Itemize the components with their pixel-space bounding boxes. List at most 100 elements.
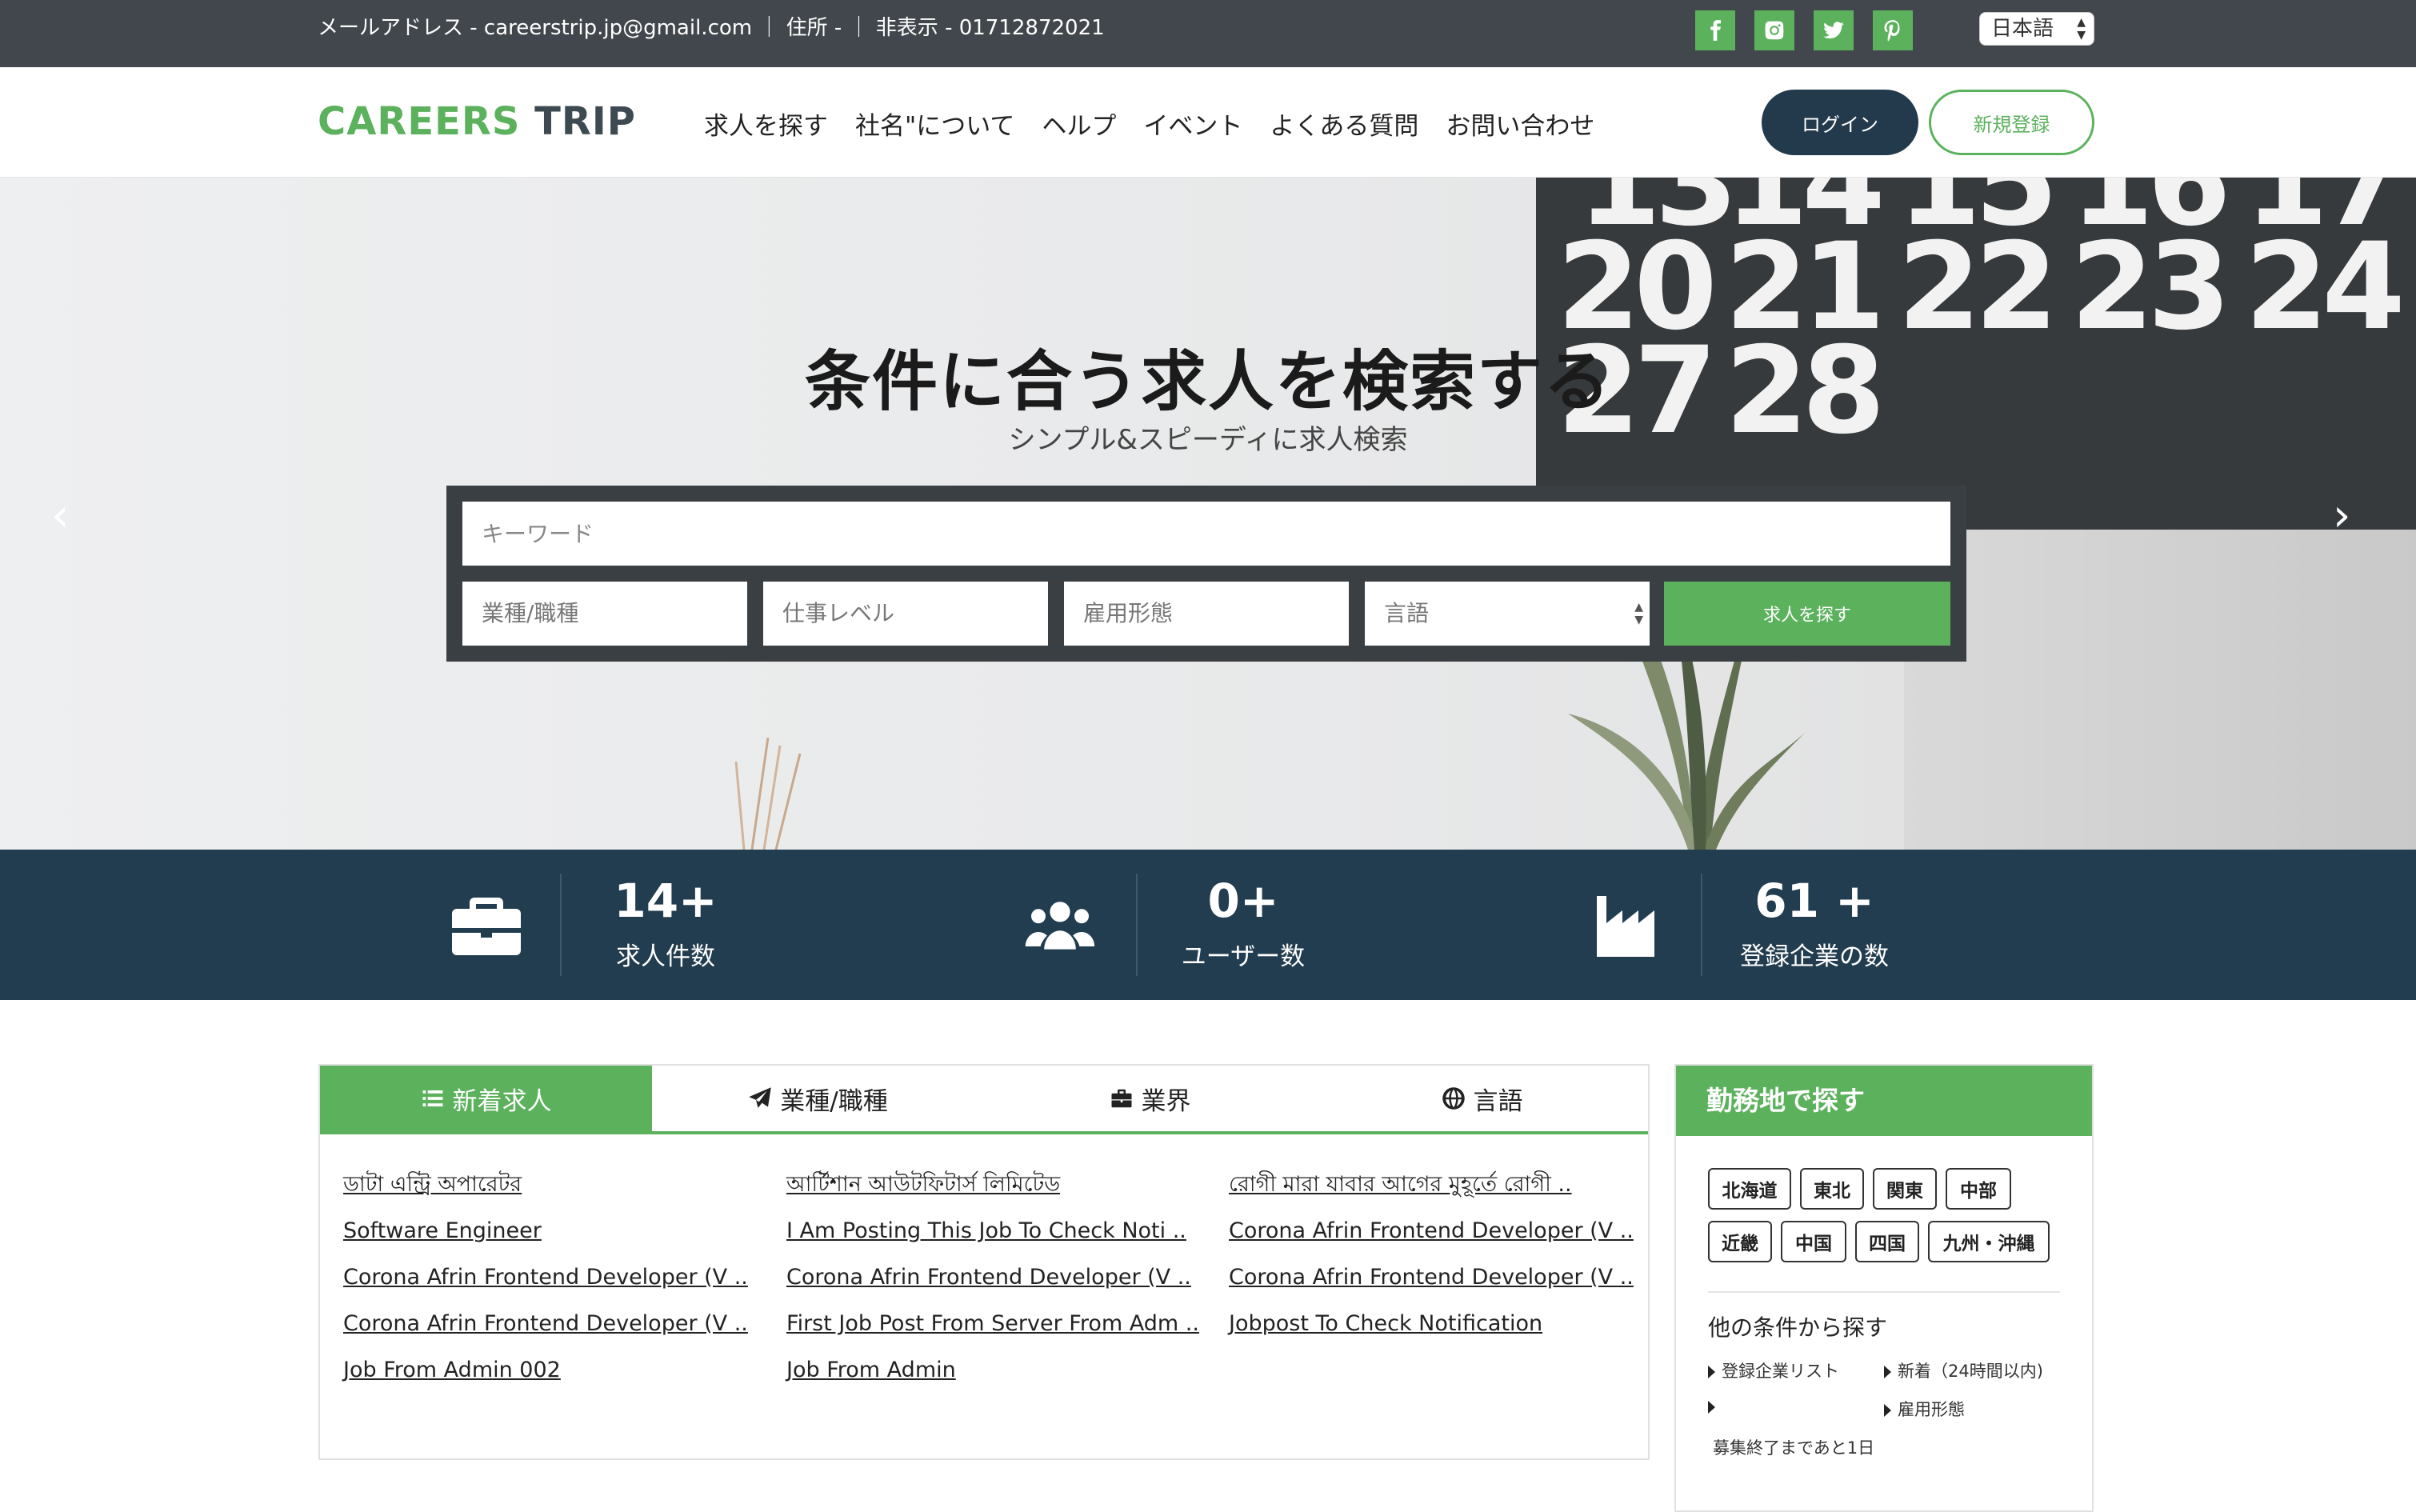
job-link[interactable]: I Am Posting This Job To Check Noti .. xyxy=(786,1208,1218,1254)
job-link[interactable]: First Job Post From Server From Adm .. xyxy=(786,1301,1218,1347)
search-jobs-button[interactable]: 求人を探す xyxy=(1664,582,1950,646)
pinterest-icon[interactable] xyxy=(1873,10,1913,50)
job-level-field[interactable]: 仕事レベル xyxy=(763,582,1048,646)
job-link[interactable]: ডাটা এন্ট্রি অপারেটর xyxy=(343,1162,775,1208)
nav-link-faq[interactable]: よくある質問 xyxy=(1270,106,1418,142)
job-link[interactable]: Job From Admin xyxy=(786,1347,1218,1394)
login-button[interactable]: ログイン xyxy=(1762,90,1918,155)
globe-icon xyxy=(1442,1087,1465,1110)
caret-right-icon xyxy=(1884,1404,1891,1417)
job-list-column: ডাটা এন্ট্রি অপারেটর Software Engineer C… xyxy=(343,1162,775,1394)
stat-jobs-label: 求人件数 xyxy=(616,942,715,971)
caret-right-icon xyxy=(1884,1366,1891,1378)
region-chip[interactable]: 中部 xyxy=(1946,1168,2011,1210)
job-link[interactable]: আর্টিশান আউটফিটার্স লিমিটেড xyxy=(786,1162,1218,1208)
stat-jobs-number: 14+ xyxy=(614,874,718,928)
link-company-list[interactable]: 登録企業リスト xyxy=(1708,1358,1839,1382)
link-new-24h[interactable]: 新着（24時間以内) xyxy=(1884,1358,2043,1382)
link-deadline-soon[interactable]: 募集終了まであと1日 xyxy=(1713,1435,1874,1459)
nav-links: 求人を探す 社名"について ヘルプ イベント よくある質問 お問い合わせ xyxy=(704,99,1594,147)
nav-link-about[interactable]: 社名"について xyxy=(855,106,1014,142)
industry-field[interactable]: 業種/職種 xyxy=(462,582,747,646)
link-label: 新着（24時間以内) xyxy=(1898,1362,2043,1381)
briefcase-icon xyxy=(450,893,522,957)
region-chip[interactable]: 近畿 xyxy=(1708,1221,1772,1262)
wall-shadow xyxy=(1904,530,2416,850)
link-label: 雇用形態 xyxy=(1898,1400,1965,1419)
logo-text-primary: CAREERS xyxy=(318,99,521,144)
site-logo[interactable]: CAREERS TRIP xyxy=(318,96,636,147)
language-select-field[interactable]: 言語 ▲ ▼ xyxy=(1365,582,1650,646)
job-link[interactable]: Corona Afrin Frontend Developer (V .. xyxy=(1229,1208,1661,1254)
keyword-input[interactable] xyxy=(462,502,1950,566)
link-employment-type[interactable]: 雇用形態 xyxy=(1884,1397,1965,1421)
other-conditions-heading: 他の条件から探す xyxy=(1708,1314,1888,1341)
region-chip[interactable]: 東北 xyxy=(1800,1168,1864,1210)
main-navbar: CAREERS TRIP 求人を探す 社名"について ヘルプ イベント よくある… xyxy=(0,67,2416,178)
job-link[interactable]: রোগী মারা যাবার আগের মুহূর্তে রোগী .. xyxy=(1229,1162,1661,1208)
hero-subtitle: シンプル&スピーディに求人検索 xyxy=(1008,424,1408,456)
reed-diffuser-image xyxy=(734,738,802,850)
section-divider xyxy=(1708,1291,2060,1293)
nav-link-help[interactable]: ヘルプ xyxy=(1042,106,1116,142)
employment-type-field[interactable]: 雇用形態 xyxy=(1064,582,1349,646)
job-search-form: 業種/職種 仕事レベル 雇用形態 言語 ▲▼ 求人を探す xyxy=(446,486,1966,662)
tab-language[interactable]: 言語 xyxy=(1316,1066,1648,1131)
nav-link-search-jobs[interactable]: 求人を探す xyxy=(704,106,828,142)
users-icon xyxy=(1024,893,1096,957)
top-info-bar: メールアドレス - careerstrip.jp@gmail.com ｜ 住所 … xyxy=(0,0,2416,67)
tab-label: 言語 xyxy=(1473,1086,1523,1116)
region-chip[interactable]: 関東 xyxy=(1873,1168,1937,1210)
link-empty[interactable] xyxy=(1708,1397,1722,1416)
tab-new-jobs[interactable]: 新着求人 xyxy=(320,1066,652,1131)
tab-sector[interactable]: 業界 xyxy=(984,1066,1316,1131)
select-arrows-icon: ▲ ▼ xyxy=(1634,601,1643,626)
caret-right-icon xyxy=(1708,1366,1715,1378)
job-link[interactable]: Corona Afrin Frontend Developer (V .. xyxy=(343,1301,775,1347)
list-icon xyxy=(422,1090,442,1106)
job-link[interactable]: Corona Afrin Frontend Developer (V .. xyxy=(786,1254,1218,1301)
instagram-icon[interactable] xyxy=(1754,10,1794,50)
carousel-next-chevron-icon[interactable]: › xyxy=(2333,494,2350,538)
job-list-column: আর্টিশান আউটফিটার্স লিমিটেড I Am Posting… xyxy=(786,1162,1218,1394)
link-label: 登録企業リスト xyxy=(1722,1362,1839,1381)
location-panel-title: 勤務地で探す xyxy=(1676,1066,2092,1136)
nav-link-events[interactable]: イベント xyxy=(1143,106,1242,142)
briefcase-icon xyxy=(1111,1089,1131,1108)
tab-label: 業界 xyxy=(1141,1086,1191,1116)
hero-banner: 13 14 15 16 17 20 21 22 23 24 27 28 条件に合… xyxy=(0,178,2416,850)
location-search-panel: 勤務地で探す 北海道 東北 関東 中部 近畿 中国 四国 九州・沖縄 他の条件か… xyxy=(1674,1064,2094,1512)
region-chip[interactable]: 四国 xyxy=(1855,1221,1919,1262)
job-tabs: 新着求人 業種/職種 業界 言語 xyxy=(320,1066,1648,1134)
region-chip[interactable]: 北海道 xyxy=(1708,1168,1791,1210)
region-chip[interactable]: 中国 xyxy=(1781,1221,1846,1262)
job-link[interactable]: Software Engineer xyxy=(343,1208,775,1254)
tab-label: 新着求人 xyxy=(452,1086,552,1116)
stat-companies-label: 登録企業の数 xyxy=(1740,942,1889,971)
select-arrows-icon: ▲ ▼ xyxy=(2077,16,2086,42)
stat-companies-number: 61 + xyxy=(1754,874,1874,928)
region-chip[interactable]: 九州・沖縄 xyxy=(1928,1221,2050,1262)
language-select-placeholder: 言語 xyxy=(1384,600,1430,626)
job-link[interactable]: Corona Afrin Frontend Developer (V .. xyxy=(1229,1254,1661,1301)
language-select-value: 日本語 xyxy=(1991,17,2054,41)
contact-info: メールアドレス - careerstrip.jp@gmail.com ｜ 住所 … xyxy=(318,16,1105,40)
job-link[interactable]: Job From Admin 002 xyxy=(343,1347,775,1394)
job-link[interactable]: Jobpost To Check Notification xyxy=(1229,1301,1661,1347)
logo-text-secondary: TRIP xyxy=(520,99,636,144)
tab-label: 業種/職種 xyxy=(780,1086,888,1116)
stat-users-number: 0+ xyxy=(1207,874,1279,928)
job-link[interactable]: Corona Afrin Frontend Developer (V .. xyxy=(343,1254,775,1301)
tab-industry[interactable]: 業種/職種 xyxy=(652,1066,984,1131)
paper-plane-icon xyxy=(749,1087,772,1108)
caret-right-icon xyxy=(1708,1401,1715,1414)
signup-button[interactable]: 新規登録 xyxy=(1929,90,2094,155)
language-select[interactable]: 日本語 ▲ ▼ xyxy=(1979,12,2094,46)
hero-title: 条件に合う求人を検索する xyxy=(804,344,1611,420)
stat-users-label: ユーザー数 xyxy=(1181,942,1306,971)
twitter-icon[interactable] xyxy=(1814,10,1854,50)
carousel-prev-chevron-icon[interactable]: ‹ xyxy=(51,494,69,538)
facebook-icon[interactable] xyxy=(1695,10,1735,50)
nav-link-contact[interactable]: お問い合わせ xyxy=(1446,106,1594,142)
industry-icon xyxy=(1594,893,1666,957)
